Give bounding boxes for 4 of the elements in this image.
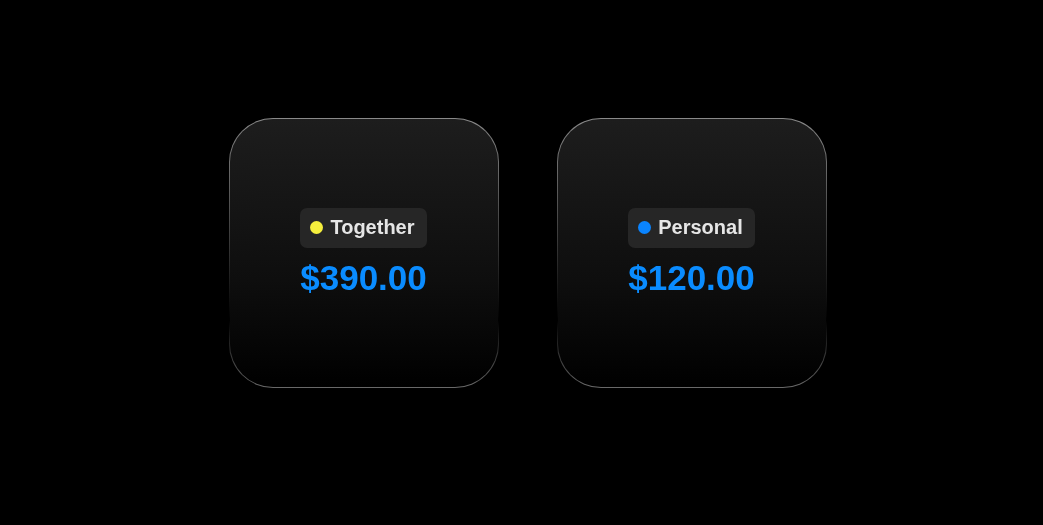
amount-text: $390.00 — [300, 257, 427, 298]
category-label: Together — [330, 216, 415, 239]
amount-text: $120.00 — [628, 257, 755, 298]
category-label: Personal — [658, 216, 743, 239]
